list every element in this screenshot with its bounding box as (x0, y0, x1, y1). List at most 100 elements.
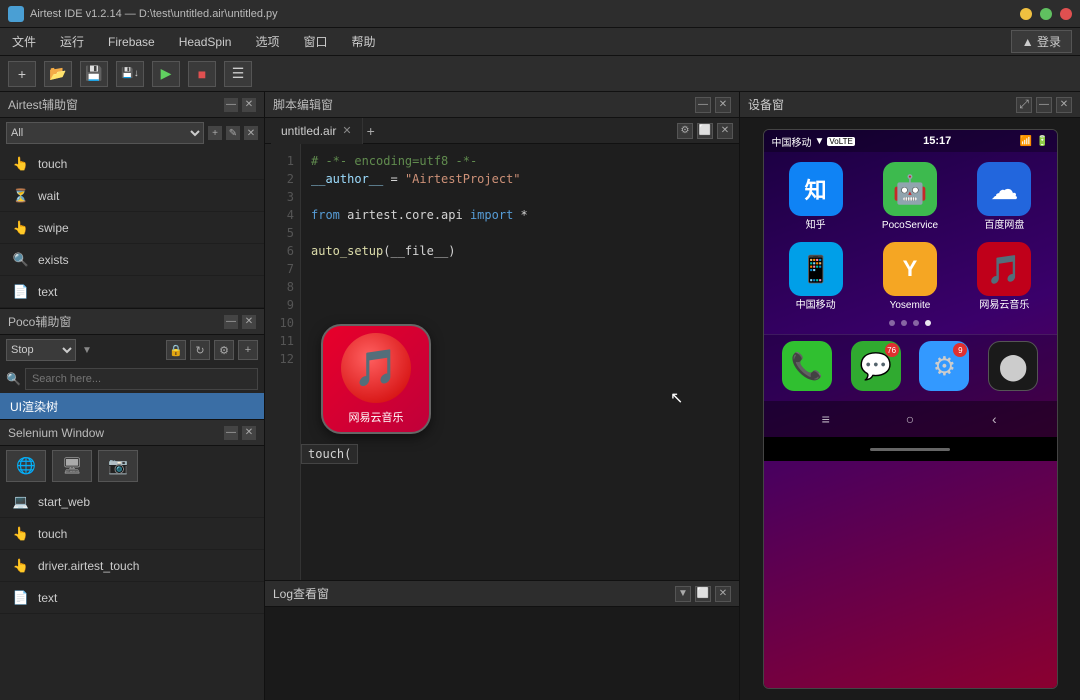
selenium-func-items: 💻 start_web 👆 touch 👆 driver.airtest_tou… (0, 486, 264, 614)
exists-icon: 🔍 (12, 251, 30, 269)
device-close-btn[interactable]: ✕ (1056, 97, 1072, 113)
open-btn[interactable]: 📂 (44, 61, 72, 87)
nav-menu-btn[interactable]: ≡ (814, 407, 838, 431)
editor-header: 脚本编辑窗 — ✕ (265, 92, 739, 118)
airtest-minimize-btn[interactable]: — (224, 98, 238, 112)
editor-close-btn[interactable]: ✕ (715, 97, 731, 113)
airtest-item-wait[interactable]: ⏳ wait (0, 180, 264, 212)
dock-messages[interactable]: 💬 76 (844, 341, 907, 391)
editor-close2-btn[interactable]: ✕ (717, 123, 733, 139)
menu-run[interactable]: 运行 (56, 31, 88, 52)
selenium-title: Selenium Window (8, 426, 104, 440)
airtest-close-btn[interactable]: ✕ (242, 98, 256, 112)
poco-helper-title: Poco辅助窗 (8, 313, 71, 330)
signal-icon: ▼ (815, 136, 825, 147)
log-header-controls: ▼ ⬜ ✕ (675, 586, 731, 602)
selenium-tab-camera[interactable]: 📷 (98, 450, 138, 482)
china-mobile-label: 中国移动 (796, 300, 836, 312)
device-expand-icon[interactable]: ⤢ (1016, 97, 1032, 113)
selenium-tab-globe[interactable]: 🌐 (6, 450, 46, 482)
poco-search-input[interactable] (25, 368, 258, 390)
editor-collapse-btn[interactable]: — (695, 97, 711, 113)
selenium-item-driver-touch[interactable]: 👆 driver.airtest_touch (0, 550, 264, 582)
status-bar: 中国移动 ▼ VoLTE 15:17 📶 🔋 (764, 130, 1057, 152)
menu-help[interactable]: 帮助 (347, 31, 379, 52)
new-btn[interactable]: + (8, 61, 36, 87)
app-grid: 知 知乎 🤖 PocoService ☁ (764, 152, 1057, 312)
airtest-add-btn[interactable]: + (208, 126, 222, 140)
editor-expand-btn[interactable]: ⬜ (697, 123, 713, 139)
menu-file[interactable]: 文件 (8, 31, 40, 52)
log-filter-btn[interactable]: ▼ (675, 586, 691, 602)
log-expand-btn[interactable]: ⬜ (695, 586, 711, 602)
poco-settings-btn[interactable]: ⚙ (214, 340, 234, 360)
app-baidu-pan[interactable]: ☁ 百度网盘 (962, 162, 1046, 232)
code-area[interactable]: 1234 5678 9101112 # -*- encoding=utf8 -*… (265, 144, 739, 580)
app-netease-music[interactable]: 🎵 网易云音乐 (962, 242, 1046, 312)
app-yosemite[interactable]: Y Yosemite (868, 242, 952, 312)
zhihu-label: 知乎 (806, 220, 826, 232)
nav-back-btn[interactable]: ‹ (982, 407, 1006, 431)
airtest-dropdown[interactable]: All (6, 122, 204, 144)
selenium-item-text[interactable]: 📄 text (0, 582, 264, 614)
editor-settings-btn[interactable]: ⚙ (677, 123, 693, 139)
editor-tab-close[interactable]: ✕ (342, 124, 351, 137)
app-zhihu[interactable]: 知 知乎 (774, 162, 858, 232)
airtest-edit-btn[interactable]: ✎ (226, 126, 240, 140)
menu-options[interactable]: 选项 (251, 31, 283, 52)
login-button[interactable]: ▲ 登录 (1011, 30, 1072, 53)
phone-screen[interactable]: 中国移动 ▼ VoLTE 15:17 📶 🔋 (764, 130, 1057, 688)
yosemite-icon: Y (883, 242, 937, 296)
menu-firebase[interactable]: Firebase (104, 33, 159, 51)
app-china-mobile[interactable]: 📱 中国移动 (774, 242, 858, 312)
poco-helper-section: Poco辅助窗 — ✕ Stop ▼ 🔒 ↻ ⚙ + 🔍 (0, 309, 264, 420)
editor-add-tab-btn[interactable]: + (363, 123, 379, 139)
selenium-minimize-btn[interactable]: — (224, 426, 238, 440)
airtest-item-text[interactable]: 📄 text (0, 276, 264, 308)
dock-phone[interactable]: 📞 (776, 341, 839, 391)
poco-close-btn[interactable]: ✕ (242, 315, 256, 329)
dot-1 (889, 320, 895, 326)
toolbar: + 📂 💾 💾↓ ▶ ■ ☰ (0, 56, 1080, 92)
poco-mode-select[interactable]: Stop (6, 339, 76, 361)
poco-minimize-btn[interactable]: — (224, 315, 238, 329)
menu-window[interactable]: 窗口 (299, 31, 331, 52)
selenium-tab-monitor[interactable]: 🖥 (52, 450, 92, 482)
maximize-btn[interactable] (1040, 8, 1052, 20)
menu-headspin[interactable]: HeadSpin (175, 33, 236, 51)
airtest-item-exists[interactable]: 🔍 exists (0, 244, 264, 276)
editor-title: 脚本编辑窗 (273, 96, 333, 113)
airtest-item-touch[interactable]: 👆 touch (0, 148, 264, 180)
log-close-btn[interactable]: ✕ (715, 586, 731, 602)
selenium-item-touch[interactable]: 👆 touch (0, 518, 264, 550)
right-panel: 设备窗 ⤢ — ✕ 中国移动 ▼ VoLTE 15:17 (740, 92, 1080, 700)
airtest-helper-title: Airtest辅助窗 (8, 96, 78, 113)
settings-btn[interactable]: ☰ (224, 61, 252, 87)
save-as-btn[interactable]: 💾↓ (116, 61, 144, 87)
poco-lock-btn[interactable]: 🔒 (166, 340, 186, 360)
selenium-touch-label: touch (38, 527, 67, 541)
netease-music-icon: 🎵 (977, 242, 1031, 296)
close-btn[interactable] (1060, 8, 1072, 20)
selenium-item-start-web[interactable]: 💻 start_web (0, 486, 264, 518)
minimize-btn[interactable] (1020, 8, 1032, 20)
run-btn[interactable]: ▶ (152, 61, 180, 87)
poco-plus-btn[interactable]: + (238, 340, 258, 360)
poco-tree-item[interactable]: UI渲染树 (0, 393, 264, 419)
editor-tab-untitled[interactable]: untitled.air ✕ (271, 118, 363, 144)
airtest-del-btn[interactable]: ✕ (244, 126, 258, 140)
nav-home-btn[interactable]: ○ (898, 407, 922, 431)
dock-camera[interactable]: ⬤ (982, 341, 1045, 391)
airtest-item-swipe[interactable]: 👆 swipe (0, 212, 264, 244)
stop-btn[interactable]: ■ (188, 61, 216, 87)
save-btn[interactable]: 💾 (80, 61, 108, 87)
selenium-close-btn[interactable]: ✕ (242, 426, 256, 440)
app-pocoservice[interactable]: 🤖 PocoService (868, 162, 952, 232)
airtest-header-controls: — ✕ (224, 98, 256, 112)
poco-refresh-btn[interactable]: ↻ (190, 340, 210, 360)
device-header-controls: ⤢ — ✕ (1016, 97, 1072, 113)
start-web-label: start_web (38, 495, 90, 509)
dock-settings[interactable]: ⚙ 9 (913, 341, 976, 391)
driver-touch-icon: 👆 (12, 557, 30, 575)
device-minimize-btn[interactable]: — (1036, 97, 1052, 113)
